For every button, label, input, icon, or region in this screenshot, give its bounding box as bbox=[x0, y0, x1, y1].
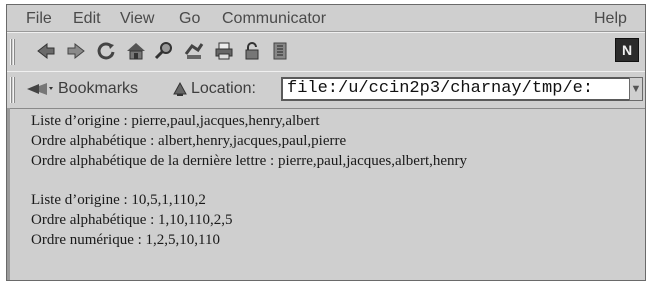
netscape-logo[interactable]: N bbox=[615, 38, 639, 62]
result-line: Ordre alphabétique : 1,10,110,2,5 bbox=[31, 212, 233, 228]
menu-view[interactable]: View bbox=[120, 10, 154, 28]
menu-go[interactable]: Go bbox=[179, 10, 200, 28]
browser-window: File Edit View Go Communicator Help N Bo… bbox=[6, 4, 646, 281]
navigation-toolbar: N bbox=[7, 32, 645, 72]
location-input[interactable]: file:/u/ccin2p3/charnay/tmp/e: bbox=[281, 77, 631, 101]
bookmarks-label: Bookmarks bbox=[58, 80, 139, 97]
location-dropdown-icon[interactable]: ▼ bbox=[629, 77, 643, 101]
bookmarks-button[interactable]: Bookmarks bbox=[25, 78, 138, 100]
print-icon[interactable] bbox=[213, 40, 235, 62]
location-label-group: Location: bbox=[172, 78, 256, 100]
menu-help[interactable]: Help bbox=[594, 10, 627, 28]
result-line: Liste d’origine : pierre,paul,jacques,he… bbox=[31, 113, 320, 129]
stop-icon[interactable] bbox=[269, 40, 291, 62]
search-icon[interactable] bbox=[153, 40, 175, 62]
toolbar-grip[interactable] bbox=[10, 39, 16, 65]
result-line: Ordre alphabétique de la dernière lettre… bbox=[31, 153, 468, 169]
back-icon[interactable] bbox=[35, 40, 57, 62]
forward-icon[interactable] bbox=[65, 40, 87, 62]
menu-communicator[interactable]: Communicator bbox=[222, 10, 326, 28]
result-line: Ordre alphabétique : albert,henry,jacque… bbox=[31, 133, 347, 149]
security-icon[interactable] bbox=[241, 40, 263, 62]
location-icon bbox=[172, 80, 188, 98]
guide-icon[interactable] bbox=[183, 40, 205, 62]
menu-bar: File Edit View Go Communicator Help bbox=[7, 5, 645, 32]
page-content: Liste d’origine : pierre,paul,jacques,he… bbox=[7, 108, 645, 280]
reload-icon[interactable] bbox=[95, 40, 117, 62]
location-toolbar: Bookmarks Location: file:/u/ccin2p3/char… bbox=[7, 71, 645, 109]
menu-file[interactable]: File bbox=[26, 10, 52, 28]
bookmarks-icon bbox=[25, 80, 55, 98]
result-line: Ordre numérique : 1,2,5,10,110 bbox=[31, 232, 220, 248]
location-grip[interactable] bbox=[10, 77, 16, 103]
home-icon[interactable] bbox=[125, 40, 147, 62]
location-label: Location: bbox=[191, 80, 256, 97]
result-line: Liste d’origine : 10,5,1,110,2 bbox=[31, 192, 206, 208]
menu-edit[interactable]: Edit bbox=[73, 10, 101, 28]
